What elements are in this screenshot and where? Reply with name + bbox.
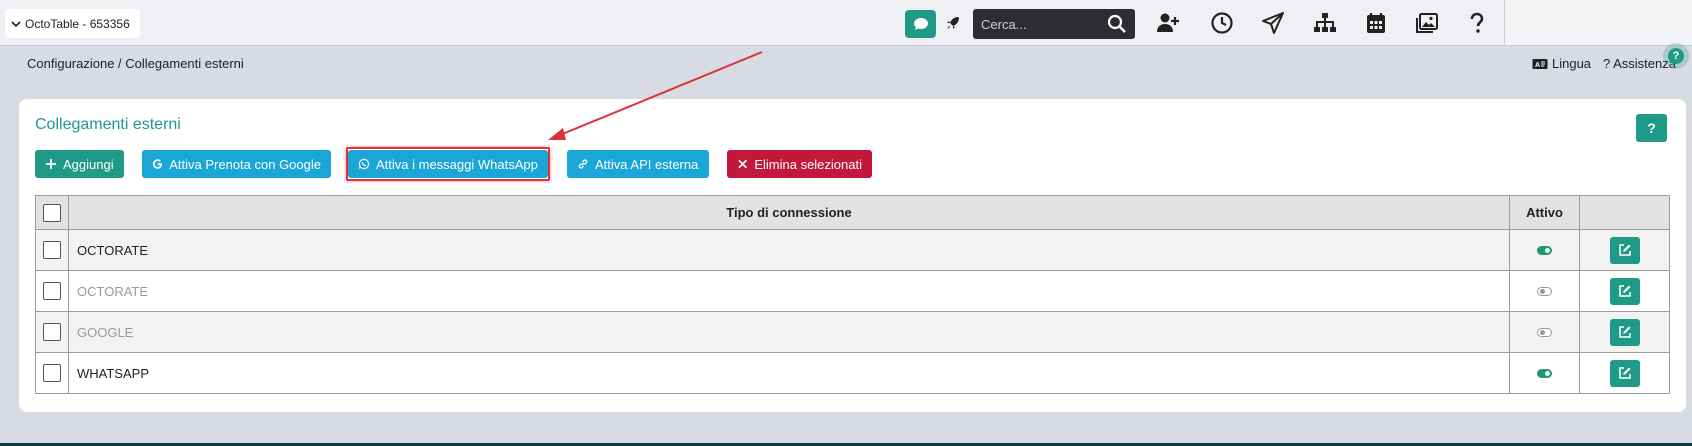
row-checkbox[interactable]: [43, 282, 61, 300]
calendar-button[interactable]: [1362, 10, 1390, 36]
history-button[interactable]: [1208, 10, 1236, 36]
floating-help-icon[interactable]: ?: [1668, 48, 1684, 64]
rocket-icon[interactable]: [944, 14, 962, 32]
toggle-on-icon[interactable]: [1537, 368, 1552, 378]
add-button-label: Aggiungi: [63, 156, 114, 172]
chat-icon: [913, 18, 928, 30]
connections-table: Tipo di connessione Attivo OCTORATE OCTO…: [35, 195, 1670, 394]
annotation-highlight-box: [346, 147, 550, 181]
chevron-down-icon: [11, 20, 21, 27]
calendar-icon: [1367, 13, 1385, 33]
column-header-type: Tipo di connessione: [69, 196, 1510, 229]
question-icon: [1470, 12, 1484, 33]
edit-icon: [1618, 285, 1631, 297]
search-box: [973, 9, 1135, 39]
connection-type: OCTORATE: [69, 271, 1510, 311]
assistance-link[interactable]: ? Assistenza: [1603, 56, 1676, 71]
paper-plane-icon: [1262, 12, 1284, 34]
edit-icon: [1618, 244, 1631, 256]
sitemap-icon: [1314, 13, 1336, 32]
edit-icon: [1618, 326, 1631, 338]
row-checkbox[interactable]: [43, 364, 61, 382]
row-checkbox[interactable]: [43, 241, 61, 259]
google-booking-label: Attiva Prenota con Google: [169, 156, 321, 172]
edit-icon: [1618, 367, 1631, 379]
search-input[interactable]: [981, 9, 1101, 39]
table-row: OCTORATE: [36, 270, 1669, 311]
structure-button[interactable]: [1311, 10, 1339, 36]
page-title: Collegamenti esterni: [35, 116, 181, 133]
edit-button[interactable]: [1609, 318, 1640, 346]
language-label: Lingua: [1552, 56, 1592, 71]
toggle-on-icon[interactable]: [1537, 245, 1552, 255]
connection-type: GOOGLE: [69, 312, 1510, 352]
external-api-button[interactable]: Attiva API esterna: [567, 150, 709, 178]
column-header-active: Attivo: [1510, 196, 1580, 229]
gallery-button[interactable]: [1413, 10, 1441, 36]
add-user-icon: [1157, 13, 1179, 32]
search-icon[interactable]: [1107, 14, 1127, 34]
language-link[interactable]: A Lingua: [1532, 56, 1591, 71]
chat-button[interactable]: [905, 10, 936, 38]
table-row: OCTORATE: [36, 229, 1669, 270]
edit-button[interactable]: [1609, 277, 1640, 305]
edit-button[interactable]: [1609, 236, 1640, 264]
edit-button[interactable]: [1609, 359, 1640, 387]
close-icon: [738, 159, 748, 169]
connection-type: OCTORATE: [69, 230, 1510, 270]
images-icon: [1416, 13, 1438, 33]
card-help-button[interactable]: ?: [1636, 114, 1667, 142]
row-checkbox[interactable]: [43, 323, 61, 341]
link-icon: [578, 159, 588, 169]
breadcrumb: Configurazione / Collegamenti esterni: [27, 56, 244, 71]
table-header-row: Tipo di connessione Attivo: [36, 196, 1669, 229]
top-bar-extension: [1504, 0, 1692, 46]
venue-selector[interactable]: OctoTable - 653356: [5, 9, 140, 38]
top-bar: OctoTable - 653356: [0, 0, 1504, 46]
plus-icon: [46, 159, 56, 169]
external-api-label: Attiva API esterna: [595, 156, 699, 172]
table-row: WHATSAPP: [36, 352, 1669, 393]
delete-selected-button[interactable]: Elimina selezionati: [727, 150, 872, 178]
delete-selected-label: Elimina selezionati: [754, 156, 862, 172]
language-icon: A: [1532, 58, 1548, 69]
connection-type: WHATSAPP: [69, 353, 1510, 393]
add-user-button[interactable]: [1154, 10, 1182, 36]
svg-text:A: A: [1535, 62, 1540, 69]
google-icon: [152, 159, 163, 169]
toggle-off-icon[interactable]: [1537, 286, 1552, 296]
send-button[interactable]: [1259, 10, 1287, 36]
help-button[interactable]: [1463, 10, 1491, 36]
google-booking-button[interactable]: Attiva Prenota con Google: [142, 150, 331, 178]
select-all-checkbox[interactable]: [43, 203, 61, 222]
table-row: GOOGLE: [36, 311, 1669, 352]
add-button[interactable]: Aggiungi: [35, 150, 124, 178]
toggle-off-icon[interactable]: [1537, 327, 1552, 337]
external-links-card: Collegamenti esterni ? Aggiungi Attiva P…: [19, 99, 1686, 412]
venue-label: OctoTable - 653356: [25, 16, 130, 31]
clock-icon: [1211, 12, 1233, 34]
